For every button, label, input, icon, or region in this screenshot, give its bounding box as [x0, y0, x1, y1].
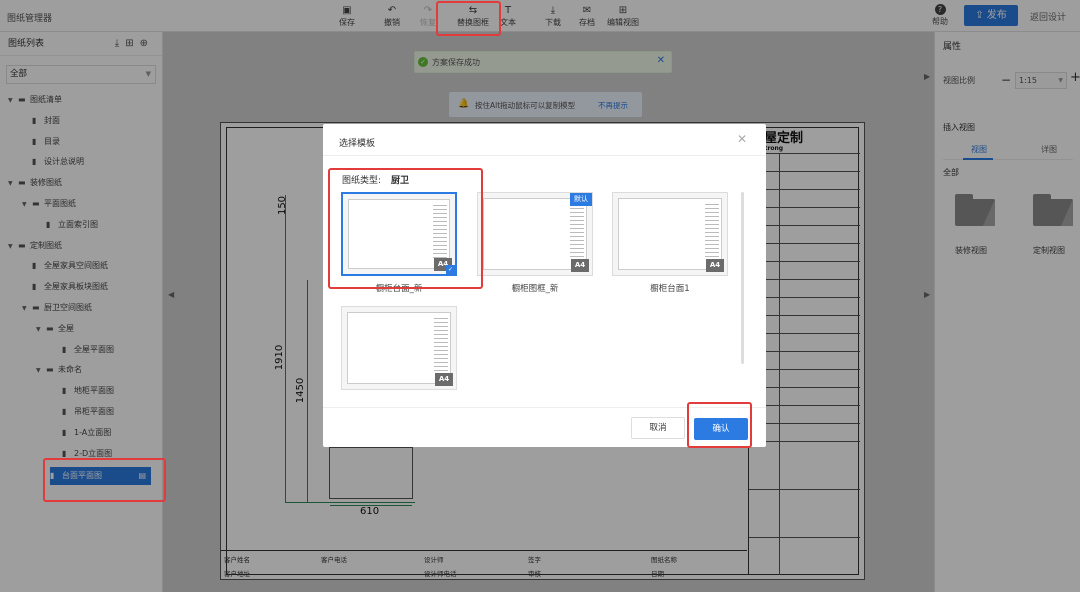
template-name: 橱柜图框_新 — [511, 284, 559, 294]
template-card[interactable]: A4 — [612, 192, 728, 276]
highlight-selected-drawing — [43, 458, 166, 502]
cancel-button[interactable]: 取消 — [631, 417, 685, 439]
default-badge: 默认 — [570, 193, 592, 206]
close-icon[interactable]: ✕ — [737, 132, 747, 146]
highlight-confirm-button — [687, 402, 752, 448]
divider — [323, 155, 766, 156]
paper-size-badge: A4 — [706, 259, 724, 272]
paper-size-badge: A4 — [571, 259, 589, 272]
template-card[interactable]: A4 — [341, 306, 457, 390]
scrollbar[interactable] — [741, 192, 744, 364]
paper-size-badge: A4 — [435, 373, 453, 386]
template-name: 橱柜台面1 — [650, 284, 690, 294]
template-card[interactable]: 默认 A4 — [477, 192, 593, 276]
highlight-replace-frame — [436, 1, 501, 36]
highlight-template-area — [328, 168, 483, 289]
dialog-title: 选择模板 — [339, 139, 376, 149]
